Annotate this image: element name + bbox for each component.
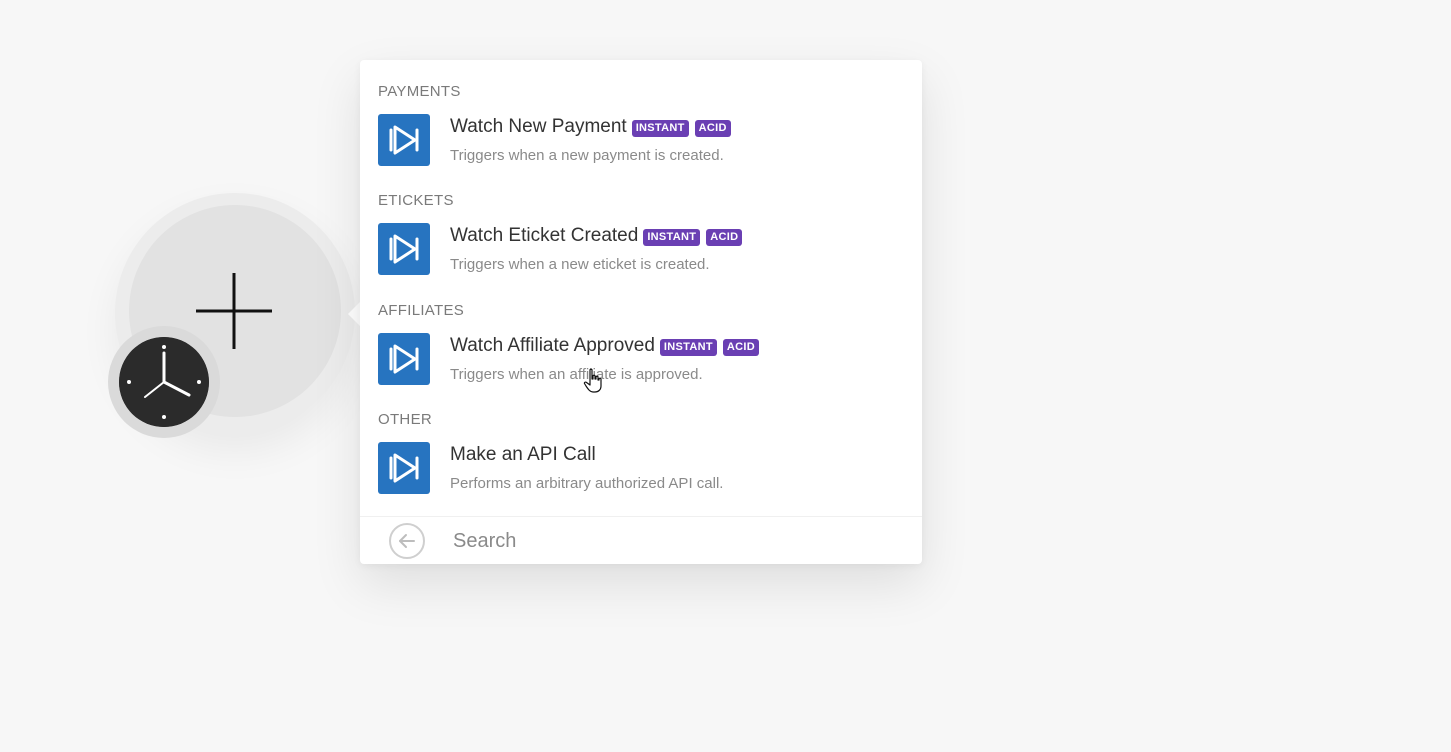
search-input[interactable]	[453, 526, 893, 556]
module-picker-panel: PAYMENTS Watch New Payment INSTANT ACID …	[360, 60, 922, 564]
app-logo-icon	[378, 333, 430, 385]
module-name: Watch Eticket Created	[450, 225, 639, 246]
module-description: Triggers when a new eticket is created.	[450, 256, 710, 273]
module-item-watch-affiliate-approved[interactable]: Watch Affiliate Approved INSTANT ACID Tr…	[378, 333, 904, 389]
panel-pointer	[348, 302, 360, 326]
section-title-other: OTHER	[378, 411, 432, 428]
arrow-left-icon	[399, 534, 415, 548]
module-name-row: Watch New Payment INSTANT ACID	[450, 116, 731, 138]
hand-pointer-icon	[583, 368, 602, 393]
scenario-canvas: PAYMENTS Watch New Payment INSTANT ACID …	[0, 0, 1451, 752]
module-name-row: Make an API Call	[450, 444, 596, 466]
section-title-payments: PAYMENTS	[378, 83, 461, 100]
badge-acid: ACID	[694, 119, 731, 137]
module-item-make-api-call[interactable]: Make an API Call Performs an arbitrary a…	[378, 442, 904, 498]
badge-instant: INSTANT	[631, 119, 689, 137]
app-logo-icon	[378, 114, 430, 166]
module-name: Watch Affiliate Approved	[450, 335, 655, 356]
module-name: Make an API Call	[450, 444, 596, 465]
module-name-row: Watch Eticket Created INSTANT ACID	[450, 225, 743, 247]
badge-acid: ACID	[706, 228, 743, 246]
module-description: Triggers when an affiliate is approved.	[450, 366, 703, 383]
section-title-affiliates: AFFILIATES	[378, 302, 465, 319]
module-name: Watch New Payment	[450, 116, 627, 137]
back-button[interactable]	[389, 523, 425, 559]
badge-instant: INSTANT	[659, 338, 717, 356]
section-title-etickets: ETICKETS	[378, 192, 454, 209]
search-bar	[360, 516, 922, 564]
module-item-watch-new-payment[interactable]: Watch New Payment INSTANT ACID Triggers …	[378, 114, 904, 170]
plus-icon	[196, 273, 272, 349]
badge-acid: ACID	[722, 338, 759, 356]
app-logo-icon	[378, 442, 430, 494]
clock-icon[interactable]	[119, 337, 209, 427]
app-logo-icon	[378, 223, 430, 275]
module-description: Triggers when a new payment is created.	[450, 147, 724, 164]
module-name-row: Watch Affiliate Approved INSTANT ACID	[450, 335, 759, 357]
badge-instant: INSTANT	[643, 228, 701, 246]
module-item-watch-eticket-created[interactable]: Watch Eticket Created INSTANT ACID Trigg…	[378, 223, 904, 279]
module-description: Performs an arbitrary authorized API cal…	[450, 475, 724, 492]
